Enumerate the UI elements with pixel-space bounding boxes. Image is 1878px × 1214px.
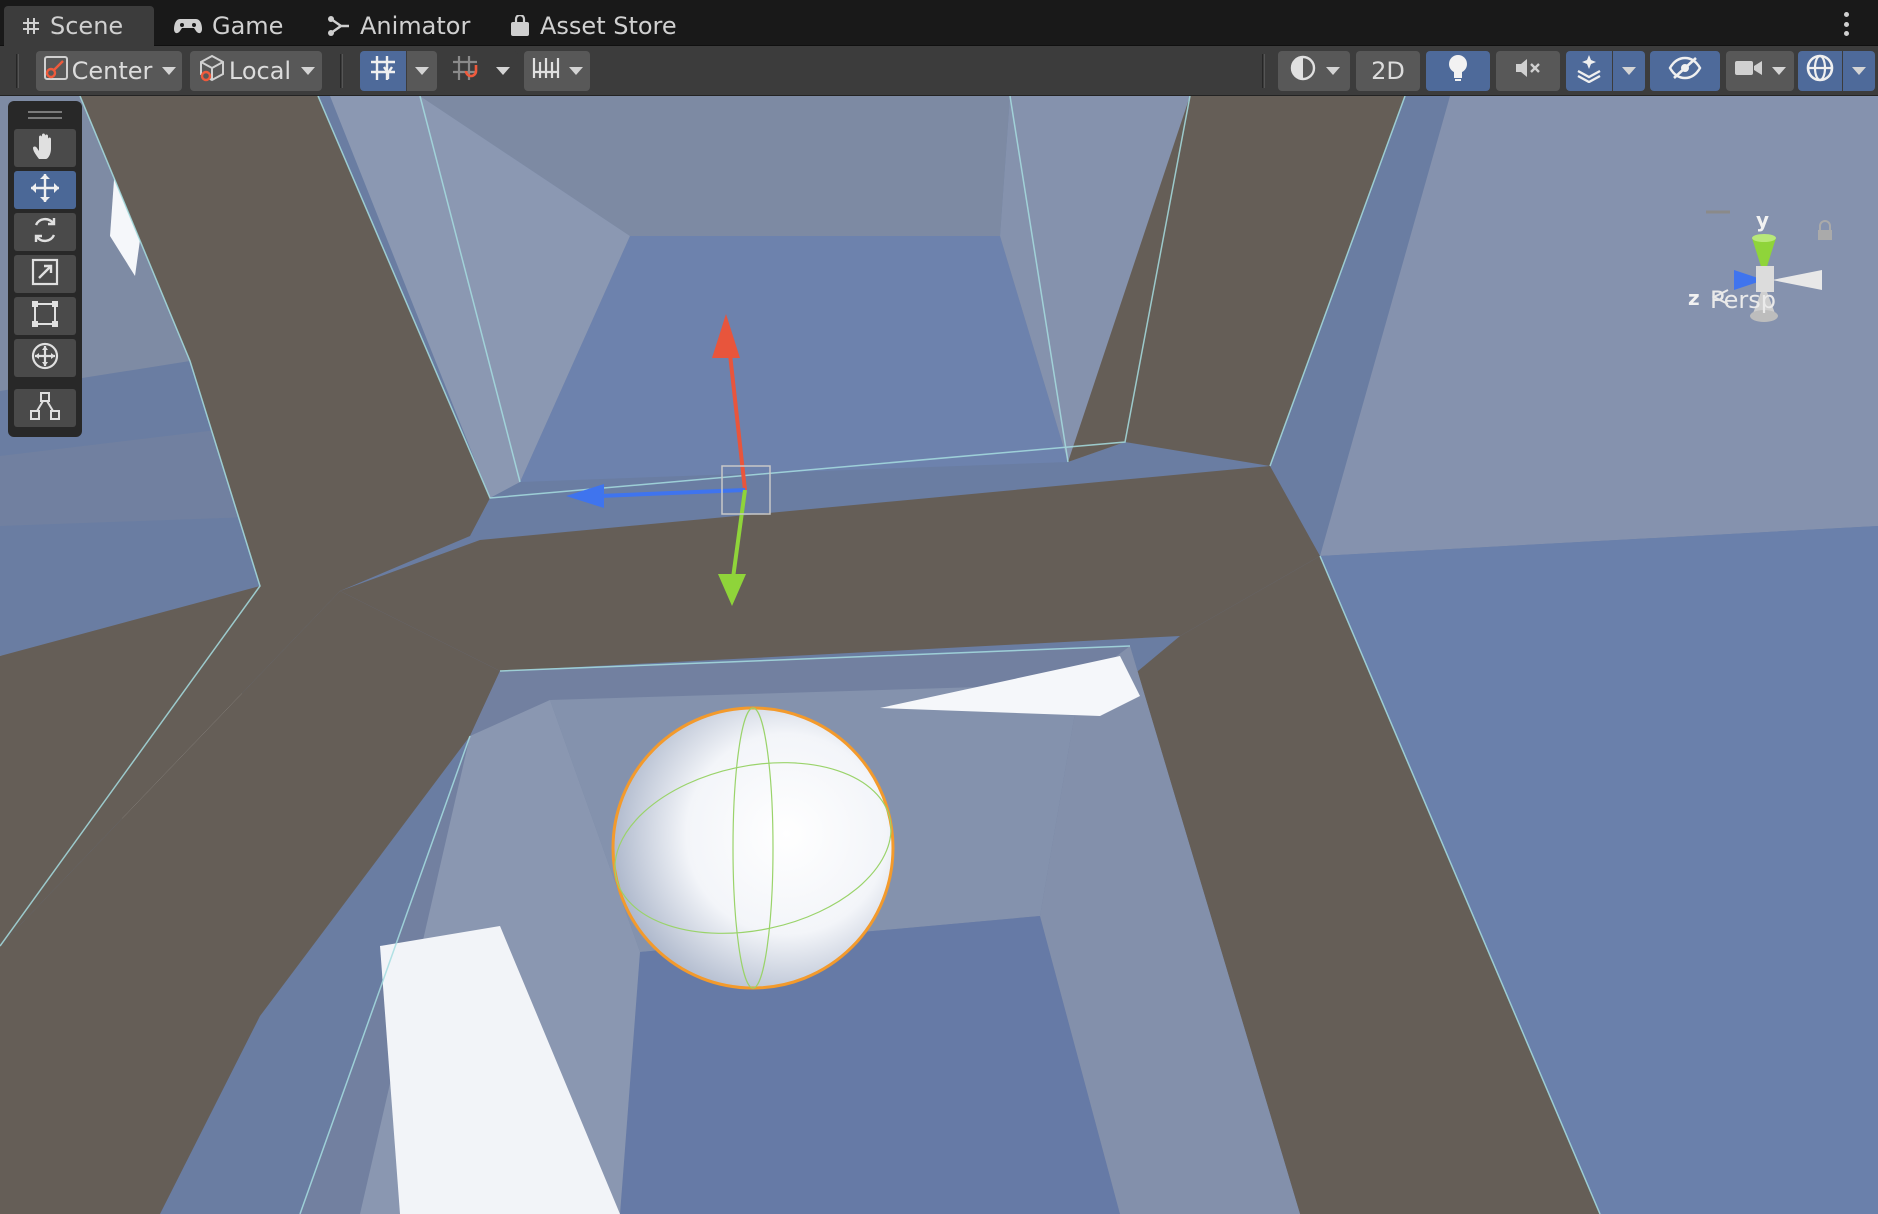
pivot-mode-dropdown[interactable]: Center (36, 51, 182, 91)
tab-scene[interactable]: Scene (4, 6, 154, 46)
transform-tool-button[interactable] (14, 339, 76, 377)
chevron-down-icon (1326, 67, 1340, 75)
tools-overlay (8, 101, 82, 437)
transform-icon (29, 340, 61, 376)
rect-tool-button[interactable] (14, 297, 76, 335)
tab-label: Asset Store (540, 12, 677, 40)
tab-game[interactable]: Game (156, 6, 301, 46)
gizmo-globe-icon (1804, 52, 1836, 90)
hidden-eye-icon (1668, 55, 1702, 87)
pivot-icon (42, 54, 70, 88)
pivot-mode-label: Center (71, 57, 153, 85)
toggle-2d-label: 2D (1371, 57, 1405, 85)
scene-viewport[interactable]: y z Persp (0, 96, 1878, 1214)
snap-magnet-icon (450, 53, 480, 89)
chevron-down-icon (1772, 67, 1786, 75)
animator-icon (328, 16, 350, 36)
tab-bar: Scene Game Animator Asset Store (0, 0, 1878, 46)
scale-icon (30, 257, 60, 291)
bag-icon (510, 15, 530, 37)
custom-tool-icon (29, 391, 61, 425)
rotate-tool-button[interactable] (14, 213, 76, 251)
hand-icon (30, 131, 60, 165)
audio-toggle[interactable] (1496, 51, 1560, 91)
tab-animator[interactable]: Animator (310, 6, 488, 46)
gizmos-toggle[interactable] (1798, 51, 1842, 91)
tab-label: Scene (50, 12, 124, 40)
scene-view-window: Scene Game Animator Asset Store Center L… (0, 0, 1878, 1214)
audio-muted-icon (1513, 55, 1543, 87)
lighting-toggle[interactable] (1426, 51, 1490, 91)
chevron-down-icon (496, 67, 510, 75)
move-tool-button[interactable] (14, 171, 76, 209)
chevron-down-icon (415, 67, 429, 75)
grid-snapping-dropdown[interactable] (407, 51, 437, 91)
hash-icon (22, 17, 40, 35)
tab-label: Game (212, 12, 284, 40)
effects-layers-icon (1574, 53, 1604, 89)
projection-toggle[interactable]: Persp (1710, 286, 1776, 314)
gizmos-dropdown[interactable] (1843, 51, 1875, 91)
incremental-snap-toggle[interactable] (442, 51, 488, 91)
grid-snap-icon (368, 53, 398, 89)
hand-tool-button[interactable] (14, 129, 76, 167)
cube-icon (197, 53, 227, 89)
scale-tool-button[interactable] (14, 255, 76, 293)
gizmo-y-label: y (1756, 208, 1770, 232)
rect-transform-icon (30, 299, 60, 333)
incremental-snap-dropdown[interactable] (488, 51, 518, 91)
move-arrows-icon (29, 172, 61, 208)
gizmo-z-label: z (1688, 286, 1700, 310)
chevron-down-icon (162, 67, 177, 75)
scene-toolbar: Center Local 2D (0, 46, 1878, 96)
chevron-down-icon (301, 67, 316, 75)
custom-tool-button[interactable] (14, 389, 76, 427)
tab-label: Animator (360, 12, 471, 40)
scene-camera-dropdown[interactable] (1726, 51, 1794, 91)
camera-icon (1734, 57, 1764, 85)
grid-visibility-dropdown[interactable] (524, 51, 590, 91)
shaded-sphere-icon (1288, 53, 1318, 89)
toggle-2d-button[interactable]: 2D (1356, 51, 1420, 91)
gamepad-icon (174, 17, 202, 35)
effects-dropdown[interactable] (1613, 51, 1645, 91)
toolbar-grip (16, 54, 19, 88)
chevron-down-icon (1622, 67, 1636, 75)
pivot-space-dropdown[interactable]: Local (190, 51, 322, 91)
draw-mode-dropdown[interactable] (1278, 51, 1350, 91)
tab-asset-store[interactable]: Asset Store (492, 6, 695, 46)
grid-snapping-toggle[interactable] (360, 51, 406, 91)
tools-grip[interactable] (14, 105, 76, 125)
rotate-icon (30, 215, 60, 249)
toolbar-separator (1262, 54, 1265, 88)
grid-ruler-icon (531, 54, 561, 88)
scene-render (0, 96, 1878, 1214)
pivot-space-label: Local (228, 57, 292, 85)
light-bulb-icon (1446, 53, 1470, 89)
more-options-icon[interactable] (1844, 12, 1850, 36)
scene-visibility-toggle[interactable] (1650, 51, 1720, 91)
effects-toggle[interactable] (1566, 51, 1612, 91)
chevron-down-icon (1852, 67, 1866, 75)
toolbar-separator (340, 54, 343, 88)
chevron-down-icon (569, 67, 583, 75)
